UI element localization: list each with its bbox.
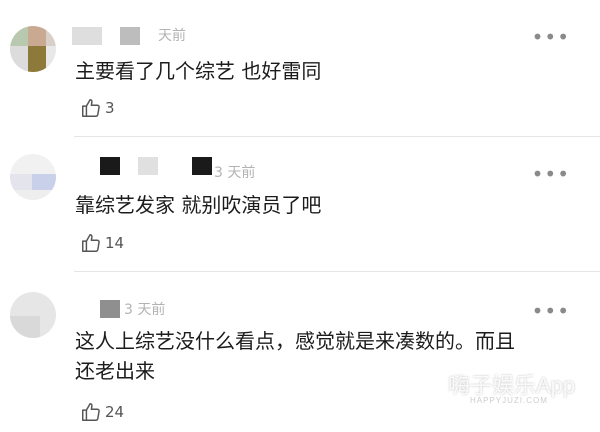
watermark-url: HAPPYJUZI.COM [470,396,548,405]
thumbs-up-icon [82,234,100,252]
avatar-pixel [10,46,28,72]
like-count: 3 [105,99,115,117]
thumbs-up-icon [82,403,100,421]
comment-text-line: 这人上综艺没什么看点，感觉就是来凑数的。而且 [75,329,515,353]
like-button[interactable]: 14 [80,231,124,255]
comment-time: 3 天前 [124,302,166,318]
avatar-pixel [10,190,56,200]
redaction-block [100,300,120,318]
avatar-pixel [32,174,56,190]
avatar-pixel [46,46,56,72]
username-redacted[interactable] [72,157,222,175]
like-button[interactable]: 24 [80,400,124,424]
like-count: 14 [105,234,125,252]
avatar-pixel [28,46,46,72]
redaction-block [192,157,212,175]
avatar-pixel [10,316,40,338]
like-button[interactable]: 3 [80,96,115,120]
avatar-pixel [28,26,46,46]
comment-text: 靠综艺发家 就别吹演员了吧 [75,193,322,217]
more-options-button[interactable]: ••• [532,301,570,321]
avatar[interactable] [10,154,56,200]
redaction-block [138,157,158,175]
comment-text: 主要看了几个综艺 也好雷同 [75,59,322,83]
avatar-pixel [10,174,32,190]
redaction-block [72,27,102,45]
comment-time: 3 天前 [214,165,256,181]
redaction-block [100,157,120,175]
redaction-block [120,27,140,45]
like-count: 24 [105,403,125,421]
avatar[interactable] [10,26,56,72]
comment-item: 3 天前 ••• 这人上综艺没什么看点，感觉就是来凑数的。而且 还老出来 24 [0,272,600,432]
avatar-pixel [10,154,56,174]
comment-item: 3 天前 ••• 靠综艺发家 就别吹演员了吧 14 [0,137,600,272]
comment-item: 天前 ••• 主要看了几个综艺 也好雷同 3 [0,0,600,137]
thumbs-up-icon [82,99,100,117]
more-options-button[interactable]: ••• [532,27,570,47]
username-redacted[interactable] [72,27,152,45]
avatar[interactable] [10,292,56,338]
avatar-pixel [46,26,56,46]
comment-time: 天前 [158,28,186,44]
more-options-button[interactable]: ••• [532,164,570,184]
avatar-pixel [10,26,28,46]
